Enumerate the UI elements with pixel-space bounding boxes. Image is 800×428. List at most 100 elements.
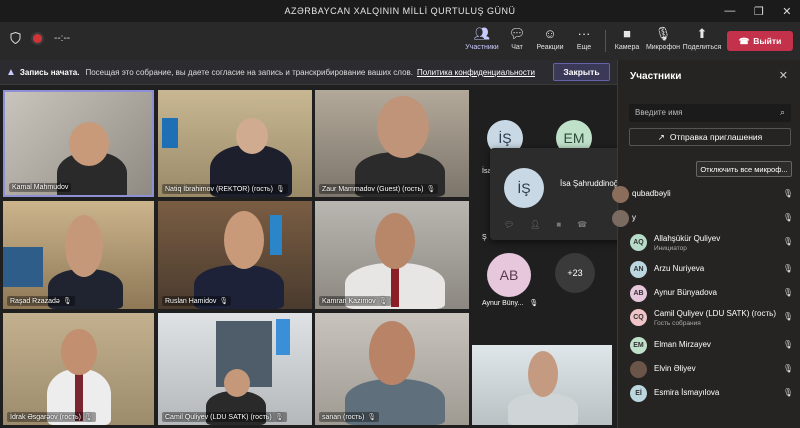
mic-off-icon: 🎙︎ bbox=[62, 298, 72, 305]
popup-avatar: İŞ bbox=[504, 168, 544, 208]
banner-close-button[interactable]: Закрыть bbox=[553, 63, 610, 81]
tile-name: Kamran Kazımov 🎙︎ bbox=[319, 296, 391, 306]
video-tile[interactable]: Natiq İbrahimov (REKTOR) (гость) 🎙︎ bbox=[158, 90, 312, 197]
close-window-icon[interactable]: ✕ bbox=[782, 5, 792, 18]
search-input[interactable]: Введите имя ⌕ bbox=[629, 104, 791, 122]
participant-row[interactable]: y 🎙︎ bbox=[612, 207, 800, 229]
avatar: Eİ bbox=[630, 385, 647, 402]
tile-name: Raşad Rzazadə 🎙︎ bbox=[7, 296, 75, 306]
phone-icon[interactable]: ☎︎ bbox=[577, 220, 587, 229]
microphone-button[interactable]: 🎙︎ Микрофон bbox=[643, 26, 683, 51]
participant-avatar[interactable]: AB bbox=[487, 253, 531, 297]
mic-off-icon: 🎙︎ bbox=[219, 298, 229, 305]
tile-name: sanan (гость) 🎙︎ bbox=[319, 412, 380, 422]
send-invite-button[interactable]: ↗ Отправка приглашения bbox=[629, 128, 791, 146]
video-tile[interactable]: İdrak Əsgarəov (гость) 🎙︎ bbox=[3, 313, 154, 425]
participant-head bbox=[528, 351, 558, 397]
more-button[interactable]: ··· Еще bbox=[564, 26, 604, 51]
people-icon[interactable]: 👤︎ bbox=[530, 220, 540, 229]
participant-name: Aynur Bünyadova bbox=[654, 288, 718, 297]
recording-banner: ▲ Запись начата. Посещая это собрание, в… bbox=[0, 60, 617, 85]
participant-role: Гость собрания bbox=[654, 320, 701, 327]
video-tile[interactable]: sanan (гость) 🎙︎ bbox=[315, 313, 469, 425]
mic-off-icon: 🎙︎ bbox=[654, 26, 672, 41]
leave-button[interactable]: ☎︎ Выйти bbox=[727, 31, 793, 51]
video-tile[interactable]: Camil Quliyev (LDU SATK) (гость) 🎙︎ bbox=[158, 313, 312, 425]
tile-name: Zaur Mammadov (Guest) (гость) 🎙︎ bbox=[319, 184, 439, 194]
participant-name: y bbox=[632, 213, 636, 222]
close-icon[interactable]: ✕ bbox=[779, 69, 788, 82]
tile-name: Natiq İbrahimov (REKTOR) (гость) 🎙︎ bbox=[162, 184, 288, 194]
tile-name: Ruslan Hamidov 🎙︎ bbox=[162, 296, 232, 306]
participant-row[interactable]: CQ Camil Quliyev (LDU SATK) (гость) Гость … bbox=[618, 306, 800, 328]
participant-row[interactable]: qubadbəyli 🎙︎ bbox=[612, 183, 800, 205]
tie-image bbox=[391, 267, 399, 307]
participant-name: Esmira İsmayılova bbox=[654, 388, 720, 397]
flag-image bbox=[276, 319, 290, 355]
video-tile[interactable] bbox=[472, 345, 612, 425]
search-icon: ⌕ bbox=[779, 107, 785, 117]
participant-name: Allahşükür Quliyev bbox=[654, 234, 721, 243]
more-icon: ··· bbox=[577, 26, 591, 41]
participant-name: qubadbəyli bbox=[632, 189, 671, 198]
video-tile[interactable]: Raşad Rzazadə 🎙︎ bbox=[3, 201, 154, 309]
video-icon[interactable]: ■ bbox=[556, 220, 561, 229]
tile-name: İdrak Əsgarəov (гость) 🎙︎ bbox=[7, 412, 96, 422]
video-tile[interactable]: Kamal Mahmudov bbox=[3, 90, 154, 197]
camera-icon: ■ bbox=[623, 26, 631, 41]
video-tile[interactable]: Ruslan Hamidov 🎙︎ bbox=[158, 201, 312, 309]
participants-panel: Участники ✕ Введите имя ⌕ ↗ Отправка при… bbox=[612, 60, 800, 428]
participant-head bbox=[236, 118, 268, 154]
privacy-policy-link[interactable]: Политика конфиденциальности bbox=[417, 68, 535, 77]
participant-row[interactable]: AQ Allahşükür Quliyev Инициатор 🎙︎ bbox=[618, 231, 800, 253]
tile-name: Aynur Büny... 🎙︎ bbox=[482, 300, 539, 307]
video-tile[interactable]: Zaur Mammadov (Guest) (гость) 🎙︎ bbox=[315, 90, 469, 197]
participant-role: Инициатор bbox=[654, 245, 687, 252]
participant-head bbox=[377, 96, 429, 158]
phone-icon: ☎︎ bbox=[738, 35, 750, 46]
chat-icon[interactable]: 💬︎ bbox=[504, 220, 514, 229]
mute-all-button[interactable]: Отключить все микроф... bbox=[696, 161, 792, 177]
participant-row[interactable]: Elvin Əliyev 🎙︎ bbox=[618, 358, 800, 380]
avatar: AQ bbox=[630, 234, 647, 251]
meeting-timer: --:-- bbox=[54, 32, 71, 44]
mic-off-icon: 🎙︎ bbox=[782, 388, 793, 397]
participant-head bbox=[61, 329, 97, 375]
window-titlebar: AZƏRBAYCAN XALQININ MİLLİ QURTULUŞ GÜNÜ … bbox=[0, 0, 800, 22]
mic-off-icon: 🎙︎ bbox=[782, 213, 793, 222]
bookshelf-image bbox=[3, 247, 43, 287]
mic-off-icon: 🎙︎ bbox=[83, 414, 93, 421]
banner-text: Посещая это собрание, вы даете согласие … bbox=[85, 67, 413, 77]
flag-image bbox=[270, 215, 282, 255]
participant-row[interactable]: AB Aynur Bünyadova 🎙︎ bbox=[618, 282, 800, 304]
avatar: AB bbox=[630, 285, 647, 302]
mic-off-icon: 🎙︎ bbox=[367, 414, 377, 421]
minimize-icon[interactable]: — bbox=[724, 5, 736, 17]
mic-off-icon: 🎙︎ bbox=[529, 300, 539, 307]
participants-button[interactable]: 👥︎ Участники bbox=[462, 26, 502, 51]
camera-button[interactable]: ■ Камера bbox=[607, 26, 647, 51]
window-controls: — ❐ ✕ bbox=[724, 0, 792, 22]
restore-icon[interactable]: ❐ bbox=[754, 5, 764, 18]
participant-row[interactable]: Eİ Esmira İsmayılova 🎙︎ bbox=[618, 382, 800, 404]
mic-off-icon: 🎙︎ bbox=[782, 288, 793, 297]
warning-icon: ▲ bbox=[6, 66, 16, 78]
shield-icon[interactable] bbox=[10, 32, 21, 44]
flag-image bbox=[162, 118, 178, 148]
video-tile[interactable]: Kamran Kazımov 🎙︎ bbox=[315, 201, 469, 309]
more-participants-button[interactable]: +23 bbox=[555, 253, 595, 293]
mic-off-icon: 🎙︎ bbox=[274, 414, 284, 421]
mic-off-icon: 🎙︎ bbox=[782, 237, 793, 246]
mic-off-icon: 🎙︎ bbox=[782, 364, 793, 373]
participant-head bbox=[224, 369, 250, 397]
tile-name: Kamal Mahmudov bbox=[9, 183, 72, 192]
meeting-toolbar: --:-- 👥︎ Участники 💬︎ Чат ☺ Реакции ··· … bbox=[0, 22, 800, 60]
mic-off-icon: 🎙︎ bbox=[426, 186, 436, 193]
avatar bbox=[630, 361, 647, 378]
participant-row[interactable]: AN Arzu Nuriyeva 🎙︎ bbox=[618, 258, 800, 280]
participant-head bbox=[69, 122, 109, 166]
recording-icon bbox=[33, 33, 42, 43]
participant-row[interactable]: EM Elman Mirzayev 🎙︎ bbox=[618, 334, 800, 356]
share-button[interactable]: ⬆︎ Поделиться bbox=[682, 26, 722, 51]
participant-name: Camil Quliyev (LDU SATK) (гость) bbox=[654, 309, 776, 318]
